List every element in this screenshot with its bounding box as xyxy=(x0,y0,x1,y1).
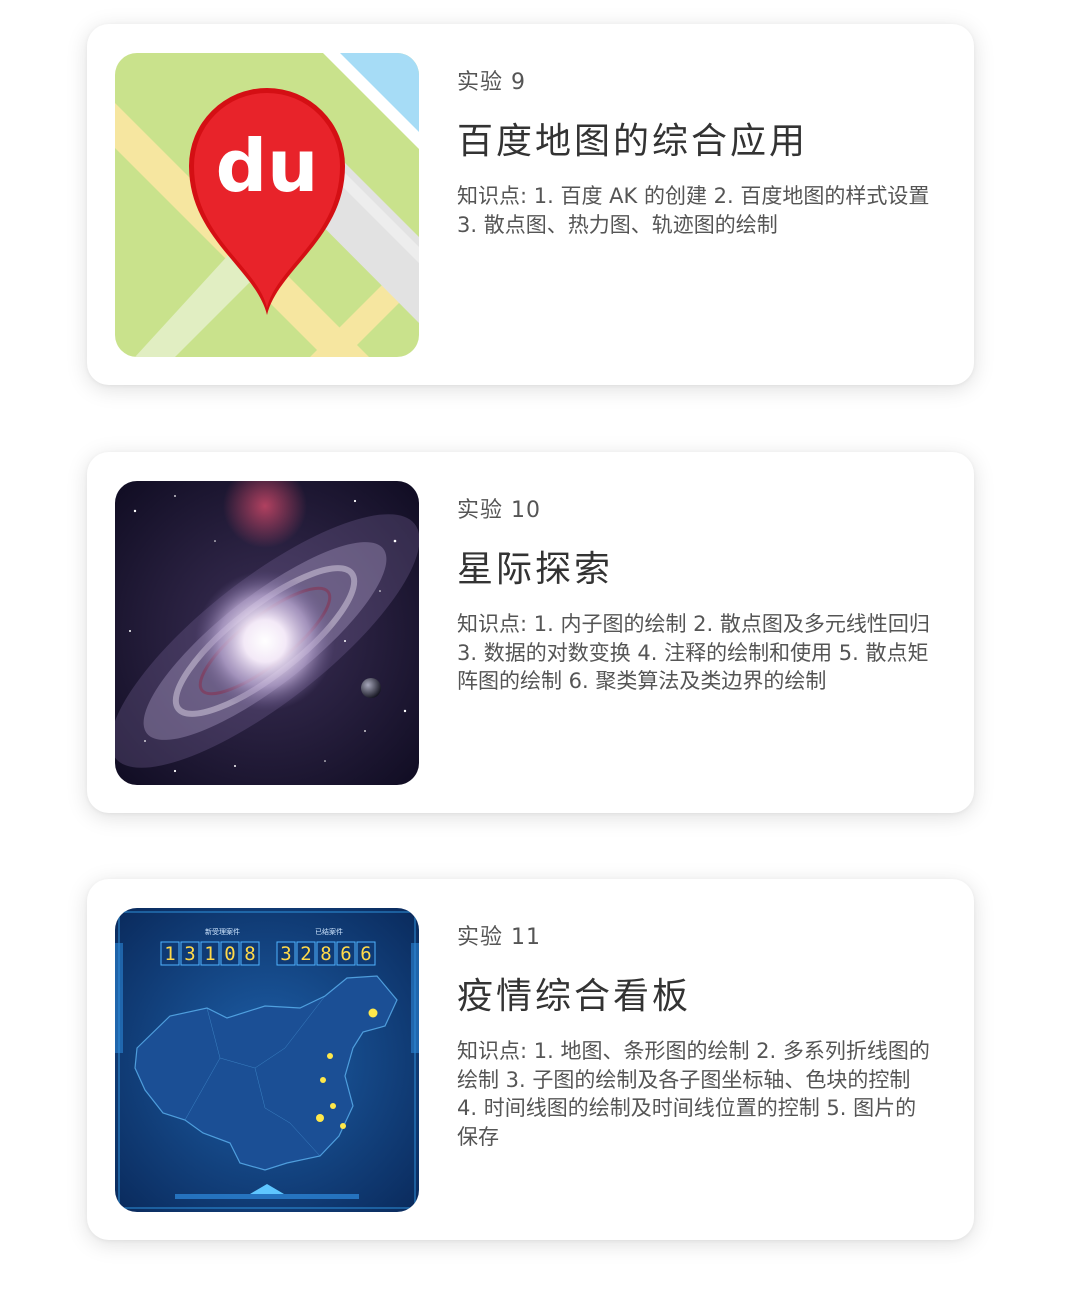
dashboard-left-label: 新受理案件 xyxy=(205,927,240,936)
experiment-description: 知识点: 1. 百度 AK 的创建 2. 百度地图的样式设置 3. 散点图、热力… xyxy=(457,184,930,237)
dashboard-digit: 2 xyxy=(300,943,311,965)
experiment-card-10[interactable]: 实验 10 星际探索 知识点: 1. 内子图的绘制 2. 散点图及多元线性回归 … xyxy=(87,452,974,813)
experiment-label: 实验 9 xyxy=(457,70,526,95)
galaxy-image xyxy=(115,481,419,785)
dashboard-right-label: 已结案件 xyxy=(315,927,343,936)
dashboard-digit: 0 xyxy=(224,943,235,965)
du-logo-text: du xyxy=(216,124,319,208)
experiment-description: 知识点: 1. 地图、条形图的绘制 2. 多系列折线图的绘制 3. 子图的绘制及… xyxy=(457,1039,930,1149)
dashboard-digit: 3 xyxy=(184,943,195,965)
experiment-title: 星际探索 xyxy=(457,549,614,590)
baidu-map-logo-image: du xyxy=(115,53,419,357)
dashboard-digit: 8 xyxy=(320,943,331,965)
dashboard-image: 新受理案件 已结案件 1 3 1 0 8 3 2 8 6 6 xyxy=(115,908,419,1212)
dashboard-digit: 6 xyxy=(340,943,351,965)
dashboard-digit: 6 xyxy=(360,943,371,965)
dashboard-digit: 3 xyxy=(280,943,291,965)
experiment-label: 实验 10 xyxy=(457,498,541,523)
experiment-label: 实验 11 xyxy=(457,925,541,950)
dashboard-digit: 8 xyxy=(244,943,255,965)
experiment-description: 知识点: 1. 内子图的绘制 2. 散点图及多元线性回归 3. 数据的对数变换 … xyxy=(457,612,930,693)
experiment-card-11[interactable]: 新受理案件 已结案件 1 3 1 0 8 3 2 8 6 6 实验 11 疫情综… xyxy=(87,879,974,1240)
dashboard-digit: 1 xyxy=(164,943,175,965)
dashboard-digit: 1 xyxy=(204,943,215,965)
experiment-card-9[interactable]: du 实验 9 百度地图的综合应用 知识点: 1. 百度 AK 的创建 2. 百… xyxy=(87,24,974,385)
experiment-title: 疫情综合看板 xyxy=(457,976,692,1017)
experiment-title: 百度地图的综合应用 xyxy=(457,121,809,162)
